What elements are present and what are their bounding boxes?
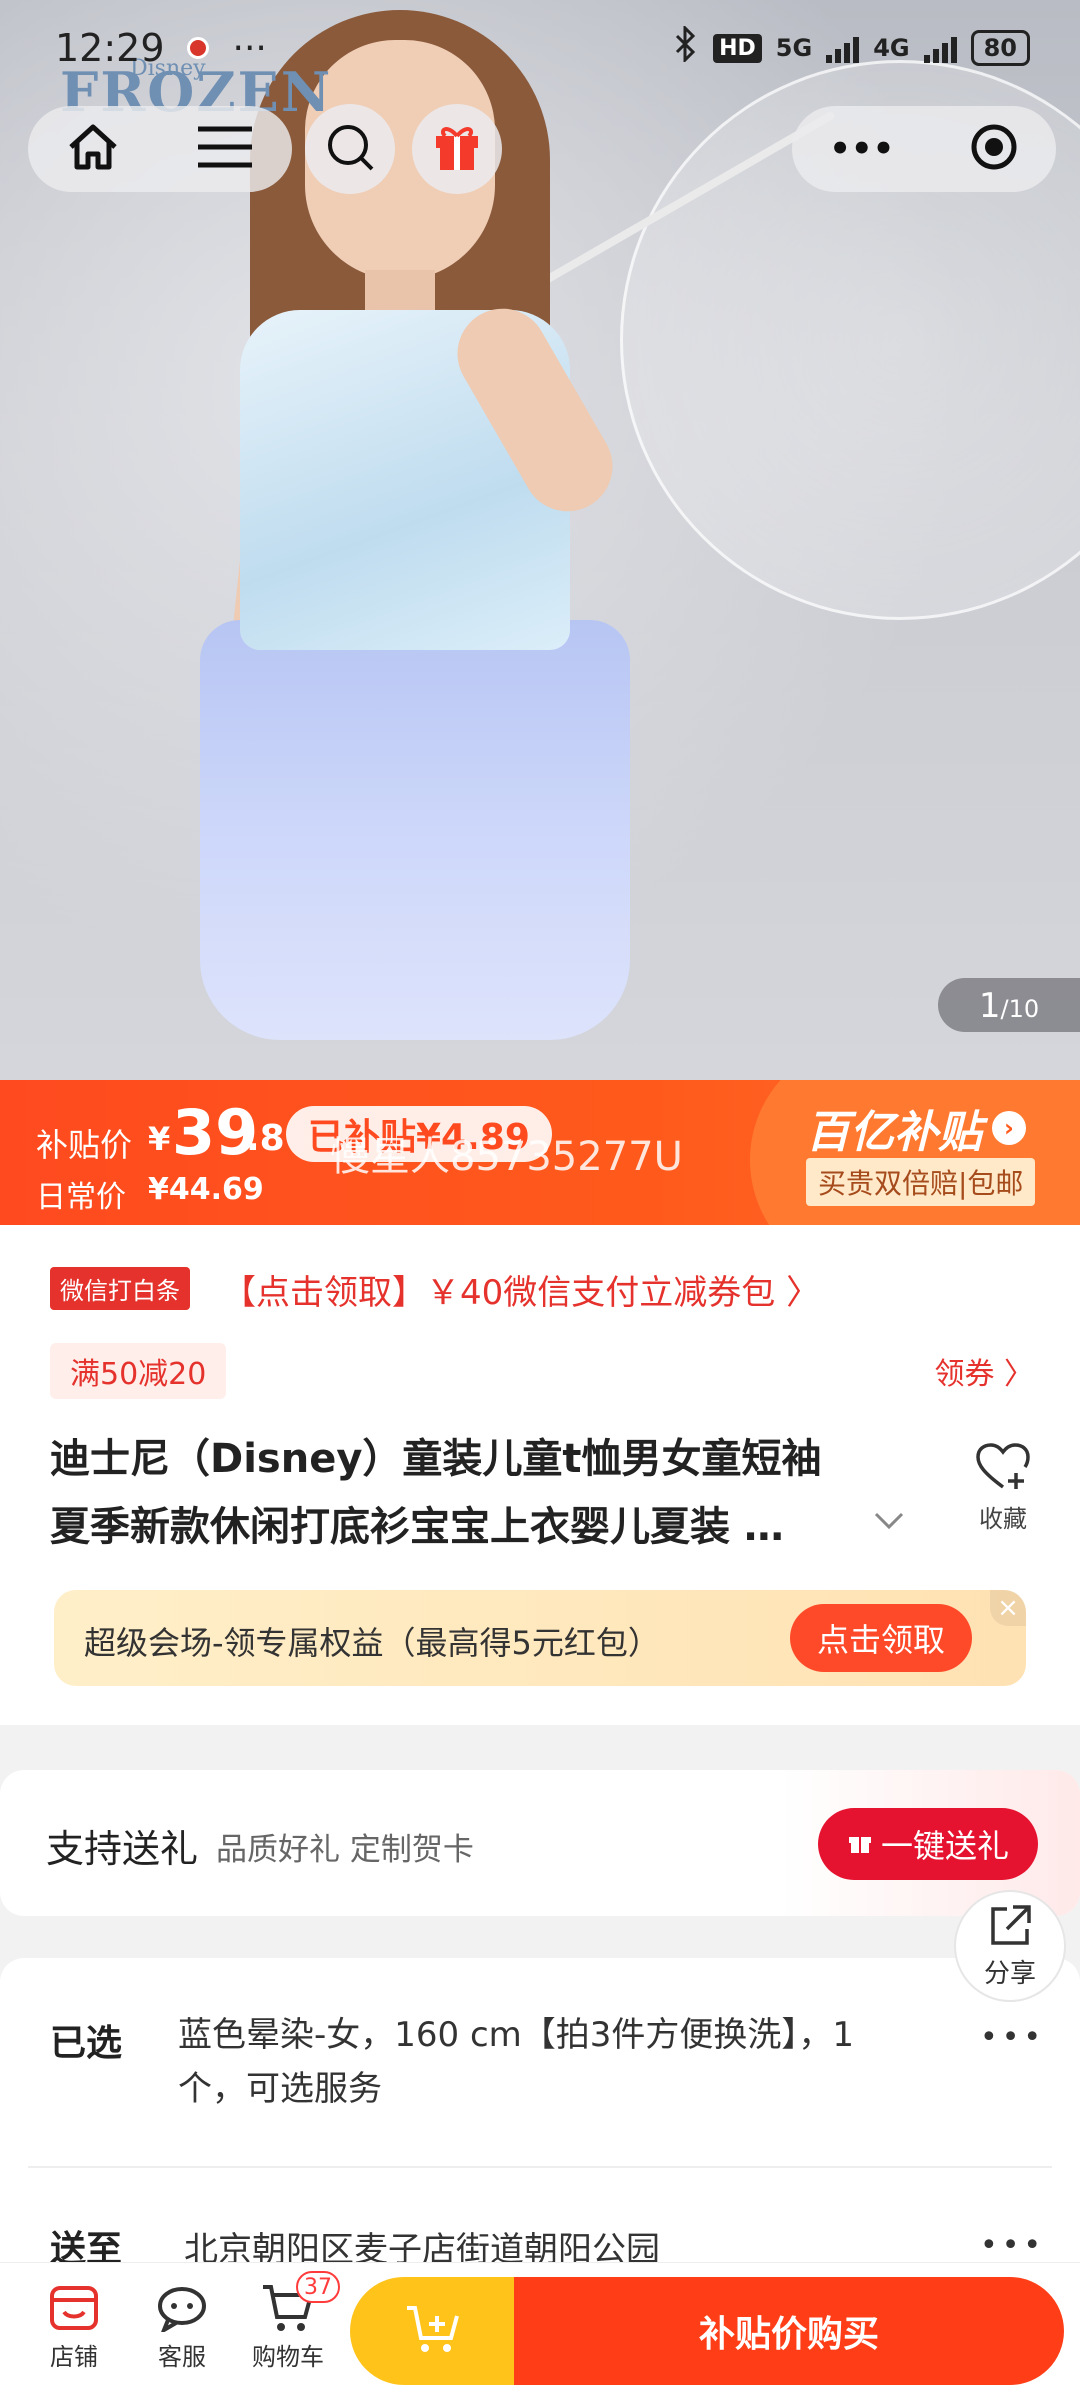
wechat-coupon-link[interactable]: 【点击领取】￥40微信支付立减券包 〉: [222, 1265, 820, 1314]
gift-subtitle: 品质好礼 定制贺卡: [216, 1832, 474, 1868]
user-watermark: 慢星人85735277U: [330, 1134, 683, 1180]
chat-icon: [132, 2279, 232, 2337]
signal-strength-icon: [826, 33, 860, 63]
one-click-gift-label: 一键送礼: [880, 1827, 1009, 1865]
menu-icon[interactable]: [196, 125, 254, 173]
network-4g-label: 4G: [873, 34, 910, 62]
cart-add-icon: [405, 2302, 465, 2360]
share-label: 分享: [983, 1958, 1036, 1989]
gift-button[interactable]: [412, 104, 502, 194]
venue-banner-text: 超级会场-领专属权益（最高得5元红包）: [84, 1624, 660, 1662]
store-tab[interactable]: 店铺: [24, 2279, 124, 2372]
status-more-icon: ···: [232, 27, 267, 69]
heart-plus-icon: [976, 1443, 1030, 1495]
model-skirt-graphic: [200, 620, 630, 1040]
daily-price-value: ¥44.69: [148, 1172, 264, 1207]
share-icon: [987, 1903, 1033, 1953]
home-icon[interactable]: [67, 123, 119, 175]
buy-at-subsidy-price-button[interactable]: 补贴价购买: [514, 2277, 1064, 2385]
guarantee-tags: 买贵双倍赔|包邮: [806, 1158, 1036, 1206]
nav-pill-right: •••: [792, 106, 1056, 192]
cart-count-badge: 37: [296, 2271, 340, 2303]
status-bar: 12:29 ··· HD 5G 4G 80: [0, 0, 1080, 96]
store-label: 店铺: [50, 2343, 98, 2371]
more-options-icon[interactable]: •••: [829, 129, 894, 169]
gift-card: 支持送礼 品质好礼 定制贺卡 一键送礼: [0, 1770, 1080, 1916]
daily-price-label: 日常价: [36, 1180, 126, 1215]
gift-icon: [847, 1825, 873, 1863]
status-time: 12:29: [55, 26, 165, 70]
price-decimal: .8: [246, 1118, 285, 1159]
image-counter-current: 1: [978, 986, 1001, 1026]
signal-strength-icon: [923, 33, 957, 63]
image-counter-total: /10: [1000, 995, 1040, 1023]
one-click-gift-button[interactable]: 一键送礼: [818, 1808, 1038, 1880]
favorite-label: 收藏: [979, 1505, 1027, 1533]
expand-title-chevron-down-icon[interactable]: [872, 1501, 906, 1541]
search-button[interactable]: [305, 104, 395, 194]
cart-label: 购物车: [252, 2343, 324, 2371]
venue-banner[interactable]: 超级会场-领专属权益（最高得5元红包） 点击领取 ×: [54, 1590, 1026, 1686]
billion-subsidy-title: 百亿补贴: [806, 1107, 982, 1158]
more-dots-icon[interactable]: •••: [980, 2020, 1045, 2055]
product-title-line1: 迪士尼（Disney）童装儿童t恤男女童短袖: [50, 1436, 822, 1482]
hd-voice-icon: HD: [713, 33, 762, 63]
battery-icon: 80: [970, 30, 1030, 66]
wechat-credit-tag: 微信打白条: [50, 1267, 190, 1310]
customer-service-tab[interactable]: 客服: [132, 2279, 232, 2372]
divider: [28, 2166, 1052, 2168]
status-icons: HD 5G 4G 80: [673, 23, 1030, 71]
notification-icon: [186, 37, 209, 59]
share-button[interactable]: 分享: [954, 1890, 1066, 2002]
close-miniprogram-icon[interactable]: [969, 122, 1019, 176]
image-counter: 1 /10: [938, 978, 1080, 1032]
more-dots-icon[interactable]: •••: [980, 2228, 1045, 2263]
bluetooth-icon: [673, 23, 699, 71]
network-5g-label: 5G: [775, 34, 813, 62]
bottom-action-bar: 店铺 客服 购物车 37 补贴价购买: [0, 2262, 1080, 2400]
search-icon: [324, 121, 376, 177]
service-label: 客服: [158, 2343, 206, 2371]
product-title-line2: 夏季新款休闲打底衫宝宝上衣婴儿夏装 …: [50, 1504, 784, 1550]
gift-icon: [433, 122, 481, 176]
discount-tag: 满50减20: [50, 1343, 227, 1399]
add-to-cart-button[interactable]: [350, 2277, 520, 2385]
claim-button[interactable]: 点击领取: [790, 1604, 972, 1672]
selected-label: 已选: [50, 2023, 123, 2064]
store-icon: [24, 2279, 124, 2337]
price-banner: 补贴价 ¥ 39 .8 已补贴¥4.89 日常价 ¥44.69 慢星人85735…: [0, 1080, 1080, 1225]
billion-subsidy-brand[interactable]: 百亿补贴 ›: [806, 1096, 1026, 1160]
cart-tab[interactable]: 购物车 37: [238, 2271, 340, 2372]
favorite-button[interactable]: 收藏: [968, 1443, 1038, 1534]
chevron-right-icon: ›: [992, 1111, 1026, 1145]
nav-pill-left: [28, 106, 292, 192]
product-title[interactable]: 迪士尼（Disney）童装儿童t恤男女童短袖 夏季新款休闲打底衫宝宝上衣婴儿夏装…: [50, 1425, 890, 1561]
gift-title: 支持送礼: [46, 1827, 199, 1871]
selected-spec-value[interactable]: 蓝色晕染-女，160 cm【拍3件方便换洗】，1个，可选服务: [178, 2008, 878, 2116]
currency-symbol: ¥: [148, 1120, 171, 1158]
get-coupon-link[interactable]: 领券 〉: [934, 1349, 1034, 1393]
subsidy-price-label: 补贴价: [36, 1126, 133, 1164]
